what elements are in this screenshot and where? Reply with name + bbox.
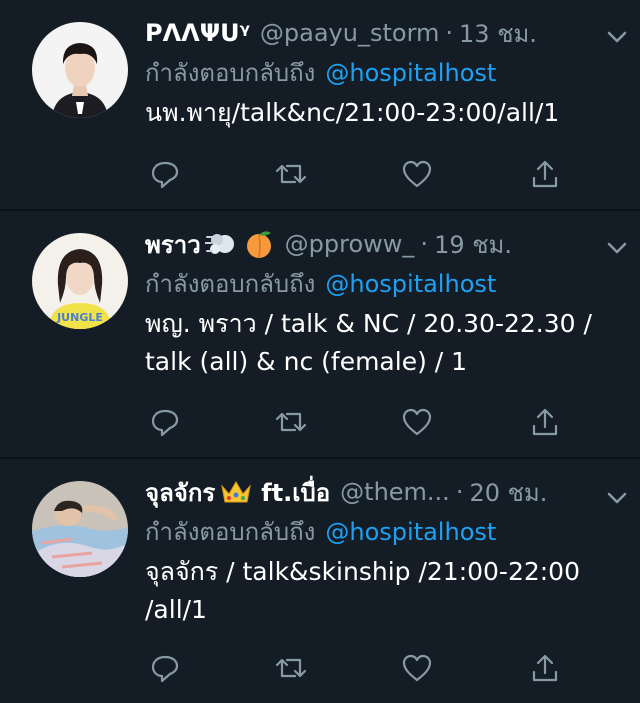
tweet-text: จุลจักร / talk&skinship /21:00-22:00 /al…	[145, 557, 580, 624]
retweet-icon	[275, 658, 307, 678]
avatar-man-icon	[32, 22, 128, 118]
retweet-button[interactable]	[271, 154, 311, 194]
separator: ·	[455, 478, 464, 506]
share-button[interactable]	[525, 402, 565, 442]
avatar[interactable]	[32, 481, 128, 577]
like-icon	[402, 408, 432, 436]
reply-prefix: กำลังตอบกลับถึง	[145, 518, 316, 546]
tweet-text: นพ.พายุ/talk&nc/21:00-23:00/all/1	[145, 98, 560, 127]
display-name[interactable]: PΛΛΨUᵞ	[145, 19, 250, 47]
like-button[interactable]	[397, 154, 437, 194]
share-icon	[532, 408, 558, 436]
peach-emoji	[243, 229, 275, 259]
tweet[interactable]: JUNGLE พราว @pproww_ · 19 ชม. กำลังตอบกล…	[0, 211, 640, 459]
reply-icon	[151, 409, 179, 437]
reply-mention-link[interactable]: @hospitalhost	[325, 270, 496, 298]
like-button[interactable]	[397, 648, 437, 688]
user-handle[interactable]: @paayu_storm	[260, 19, 439, 47]
separator: ·	[420, 230, 429, 258]
reply-prefix: กำลังตอบกลับถึง	[145, 59, 316, 87]
separator: ·	[445, 19, 454, 47]
reply-prefix: กำลังตอบกลับถึง	[145, 270, 316, 298]
tweet-text: พญ. พราว / talk & NC / 20.30-22.30 / tal…	[145, 309, 592, 376]
avatar[interactable]: JUNGLE	[32, 233, 128, 329]
reply-button[interactable]	[145, 648, 185, 688]
dash-emoji	[204, 229, 239, 259]
crown-emoji	[219, 477, 253, 507]
avatar[interactable]	[32, 22, 128, 118]
timeline-feed: PΛΛΨUᵞ @paayu_storm · 13 ชม. กำลังตอบกลั…	[0, 0, 640, 703]
chevron-down-icon[interactable]	[602, 233, 632, 263]
display-name[interactable]: จุลจักร	[145, 473, 215, 512]
retweet-icon	[275, 164, 307, 184]
display-name-suffix[interactable]: ft.เบื่อ	[261, 473, 330, 512]
reply-mention-link[interactable]: @hospitalhost	[325, 59, 496, 87]
tweet[interactable]: PΛΛΨUᵞ @paayu_storm · 13 ชม. กำลังตอบกลั…	[0, 0, 640, 211]
retweet-button[interactable]	[271, 402, 311, 442]
like-icon	[402, 160, 432, 188]
user-handle[interactable]: @pproww_	[285, 230, 415, 258]
reply-icon	[151, 161, 179, 189]
share-icon	[532, 654, 558, 682]
retweet-icon	[275, 412, 307, 432]
like-button[interactable]	[397, 402, 437, 442]
like-icon	[402, 654, 432, 682]
timestamp[interactable]: 20 ชม.	[469, 473, 547, 512]
timestamp[interactable]: 13 ชม.	[459, 14, 537, 53]
share-button[interactable]	[525, 648, 565, 688]
display-name[interactable]: พราว	[145, 225, 201, 264]
chevron-down-icon[interactable]	[602, 22, 632, 52]
user-handle[interactable]: @them...	[340, 478, 450, 506]
avatar-sleeping-person-icon	[32, 481, 128, 577]
share-button[interactable]	[525, 154, 565, 194]
chevron-down-icon[interactable]	[602, 483, 632, 513]
avatar-woman-icon: JUNGLE	[32, 233, 128, 329]
timestamp[interactable]: 19 ชม.	[434, 225, 512, 264]
reply-icon	[151, 655, 179, 683]
reply-button[interactable]	[145, 402, 185, 442]
tweet[interactable]: จุลจักร ft.เบื่อ @them... · 20 ชม. กำลัง…	[0, 459, 640, 703]
share-icon	[532, 160, 558, 188]
reply-mention-link[interactable]: @hospitalhost	[325, 518, 496, 546]
reply-button[interactable]	[145, 154, 185, 194]
retweet-button[interactable]	[271, 648, 311, 688]
svg-text:JUNGLE: JUNGLE	[56, 311, 103, 324]
